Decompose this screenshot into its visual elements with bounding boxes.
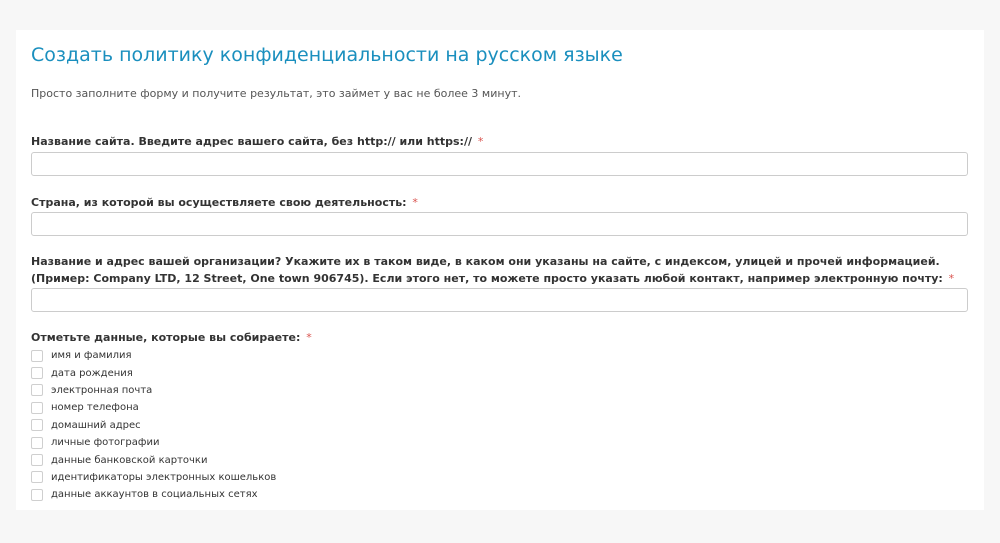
required-mark: *	[948, 272, 955, 285]
organization-label-text: Название и адрес вашей организации? Укаж…	[31, 255, 943, 285]
checkbox-option[interactable]: личные фотографии	[31, 434, 276, 451]
checkbox-option[interactable]: имя и фамилия	[31, 347, 276, 364]
option-label: личные фотографии	[51, 437, 160, 449]
checkbox[interactable]	[31, 419, 43, 432]
organization-input[interactable]	[31, 288, 968, 312]
option-label: имя и фамилия	[51, 350, 132, 362]
option-label: данные аккаунтов в социальных сетях	[51, 489, 258, 501]
checkbox[interactable]	[31, 436, 43, 449]
checkbox[interactable]	[31, 384, 43, 397]
checkbox-option[interactable]: данные аккаунтов в социальных сетях	[31, 486, 276, 503]
checkbox[interactable]	[31, 401, 43, 414]
checkbox[interactable]	[31, 488, 43, 501]
country-input[interactable]	[31, 212, 968, 236]
checkbox-option[interactable]: домашний адрес	[31, 417, 276, 434]
checkbox[interactable]	[31, 454, 43, 467]
required-mark: *	[477, 135, 484, 148]
checkbox-option[interactable]: данные банковской карточки	[31, 451, 276, 468]
checkbox[interactable]	[31, 471, 43, 484]
form-card: Создать политику конфиденциальности на р…	[16, 30, 984, 510]
option-label: дата рождения	[51, 367, 133, 379]
collected-data-label: Отметьте данные, которые вы собираете: *	[31, 329, 961, 346]
collected-data-label-text: Отметьте данные, которые вы собираете:	[31, 331, 301, 344]
checkbox-option[interactable]: идентификаторы электронных кошельков	[31, 469, 276, 486]
page-title: Создать политику конфиденциальности на р…	[31, 44, 623, 66]
option-label: идентификаторы электронных кошельков	[51, 471, 277, 483]
site-label-text: Название сайта. Введите адрес вашего сай…	[31, 135, 472, 148]
option-label: данные банковской карточки	[51, 454, 208, 466]
required-mark: *	[412, 196, 418, 209]
checkbox-option[interactable]: номер телефона	[31, 399, 276, 416]
page-subtitle: Просто заполните форму и получите резуль…	[31, 87, 521, 100]
checkbox[interactable]	[31, 349, 43, 362]
collected-data-options: имя и фамилия дата рождения электронная …	[31, 347, 276, 504]
site-input[interactable]	[31, 152, 968, 176]
checkbox-option[interactable]: электронная почта	[31, 382, 276, 399]
checkbox-option[interactable]: дата рождения	[31, 364, 276, 381]
country-field-label: Страна, из которой вы осуществляете свою…	[31, 194, 961, 211]
required-mark: *	[306, 331, 312, 344]
checkbox[interactable]	[31, 367, 43, 380]
option-label: электронная почта	[51, 384, 153, 396]
site-field-label: Название сайта. Введите адрес вашего сай…	[31, 133, 961, 150]
organization-field-label: Название и адрес вашей организации? Укаж…	[31, 253, 961, 287]
country-label-text: Страна, из которой вы осуществляете свою…	[31, 196, 407, 209]
option-label: домашний адрес	[51, 419, 141, 431]
option-label: номер телефона	[51, 402, 139, 414]
